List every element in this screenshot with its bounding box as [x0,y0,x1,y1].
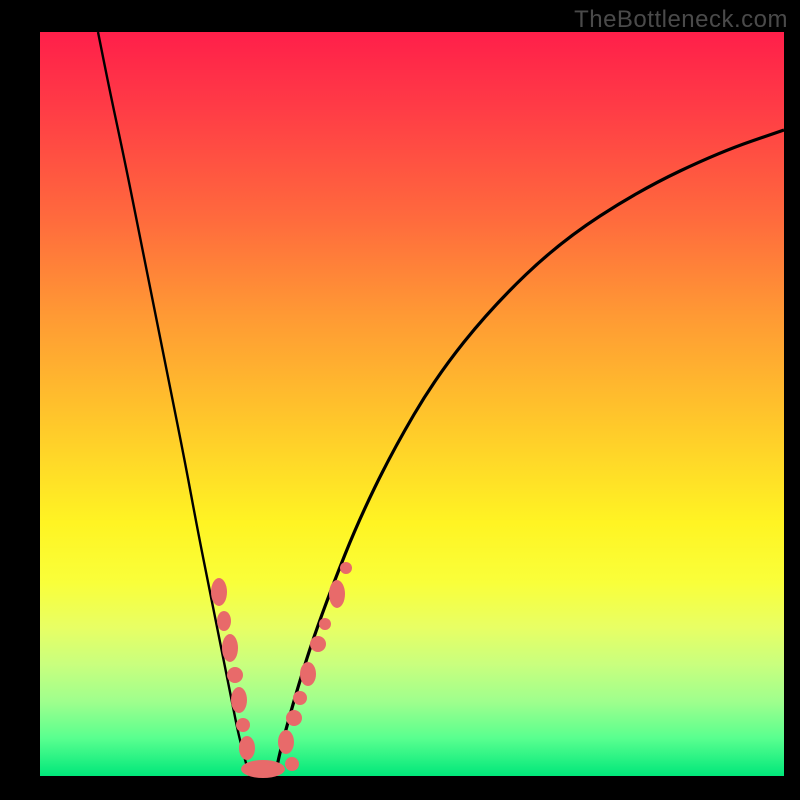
marker-dot [310,636,326,652]
marker-dot [285,757,299,771]
cusp-dots-group [211,562,352,778]
marker-dot [286,710,302,726]
marker-dot [293,691,307,705]
marker-pill [300,662,316,686]
marker-dot [340,562,352,574]
marker-pill [241,760,285,778]
plot-area [40,32,784,776]
marker-pill [211,578,227,606]
watermark-text: TheBottleneck.com [574,6,788,34]
marker-dot [319,618,331,630]
marker-dot [227,667,243,683]
left-curve [98,32,250,776]
marker-pill [278,730,294,754]
marker-dot [236,718,250,732]
marker-pill [222,634,238,662]
curves-svg [40,32,784,776]
marker-pill [231,687,247,713]
marker-pill [217,611,231,631]
right-curve-path [275,130,784,776]
chart-frame: TheBottleneck.com [0,0,800,800]
marker-pill [239,736,255,760]
marker-pill [329,580,345,608]
left-curve-path [98,32,250,776]
right-curve [275,130,784,776]
